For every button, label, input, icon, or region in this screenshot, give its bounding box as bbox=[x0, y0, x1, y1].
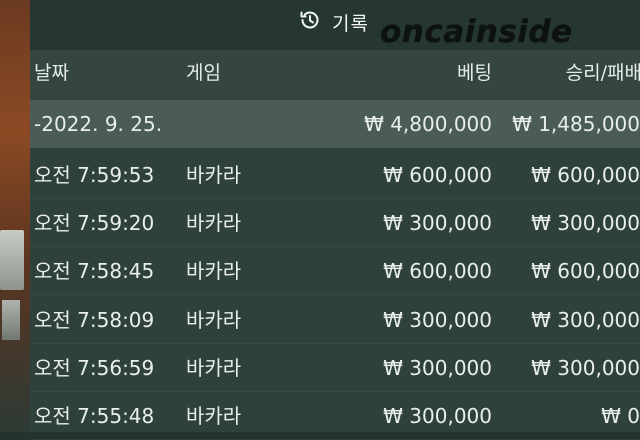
row-game: 바카라 bbox=[186, 259, 242, 283]
row-win-loss: ₩ 300,000 bbox=[531, 356, 640, 380]
row-bet: ₩ 300,000 bbox=[383, 404, 492, 428]
table-header: 날짜 게임 베팅 승리/패배 bbox=[30, 50, 640, 100]
summary-win-loss-total: ₩ 1,485,000 bbox=[512, 112, 640, 136]
history-clock-icon bbox=[298, 8, 322, 36]
row-time: 오전 7:58:09 bbox=[34, 308, 155, 332]
summary-date: -2022. 9. 25. bbox=[34, 112, 163, 136]
row-bet: ₩ 600,000 bbox=[383, 163, 492, 187]
row-win-loss: ₩ 300,000 bbox=[531, 308, 640, 332]
table-row[interactable]: 오전 7:59:20 바카라 ₩ 300,000 ₩ 300,000 bbox=[30, 199, 640, 247]
row-time: 오전 7:59:53 bbox=[34, 163, 155, 187]
row-game: 바카라 bbox=[186, 356, 242, 380]
row-bet: ₩ 300,000 bbox=[383, 211, 492, 235]
column-header-win-loss: 승리/패배 bbox=[565, 62, 640, 84]
row-bet: ₩ 600,000 bbox=[383, 259, 492, 283]
row-time: 오전 7:59:20 bbox=[34, 211, 155, 235]
row-win-loss: ₩ 600,000 bbox=[531, 259, 640, 283]
watermark-text: oncainside bbox=[380, 14, 573, 50]
game-background bbox=[0, 0, 30, 432]
table-row[interactable]: 오전 7:56:59 바카라 ₩ 300,000 ₩ 300,000 bbox=[30, 344, 640, 392]
column-header-game: 게임 bbox=[186, 62, 221, 84]
history-panel: 기록 oncainside 날짜 게임 베팅 승리/패배 -2022. 9. 2… bbox=[30, 0, 640, 440]
row-game: 바카라 bbox=[186, 404, 242, 428]
row-game: 바카라 bbox=[186, 308, 242, 332]
column-header-date: 날짜 bbox=[34, 62, 69, 84]
table-row[interactable]: 오전 7:58:09 바카라 ₩ 300,000 ₩ 300,000 bbox=[30, 296, 640, 344]
table-row[interactable]: 오전 7:58:45 바카라 ₩ 600,000 ₩ 600,000 bbox=[30, 247, 640, 295]
row-win-loss: ₩ 0 bbox=[601, 404, 640, 428]
page-title: 기록 bbox=[332, 12, 369, 35]
background-object bbox=[2, 300, 20, 340]
row-win-loss: ₩ 600,000 bbox=[531, 163, 640, 187]
row-bet: ₩ 300,000 bbox=[383, 356, 492, 380]
summary-row[interactable]: -2022. 9. 25. ₩ 4,800,000 ₩ 1,485,000 bbox=[30, 100, 640, 148]
row-time: 오전 7:55:48 bbox=[34, 404, 155, 428]
column-header-bet: 베팅 bbox=[457, 62, 492, 84]
table-row[interactable]: 오전 7:59:53 바카라 ₩ 600,000 ₩ 600,000 bbox=[30, 151, 640, 199]
history-title: 기록 bbox=[298, 8, 369, 36]
summary-bet-total: ₩ 4,800,000 bbox=[364, 112, 492, 136]
row-game: 바카라 bbox=[186, 163, 242, 187]
row-win-loss: ₩ 300,000 bbox=[531, 211, 640, 235]
table-row[interactable]: 오전 7:55:48 바카라 ₩ 300,000 ₩ 0 bbox=[30, 392, 640, 440]
row-bet: ₩ 300,000 bbox=[383, 308, 492, 332]
row-time: 오전 7:56:59 bbox=[34, 356, 155, 380]
history-title-bar: 기록 oncainside bbox=[30, 0, 640, 50]
background-object bbox=[0, 230, 24, 290]
row-time: 오전 7:58:45 bbox=[34, 259, 155, 283]
row-game: 바카라 bbox=[186, 211, 242, 235]
